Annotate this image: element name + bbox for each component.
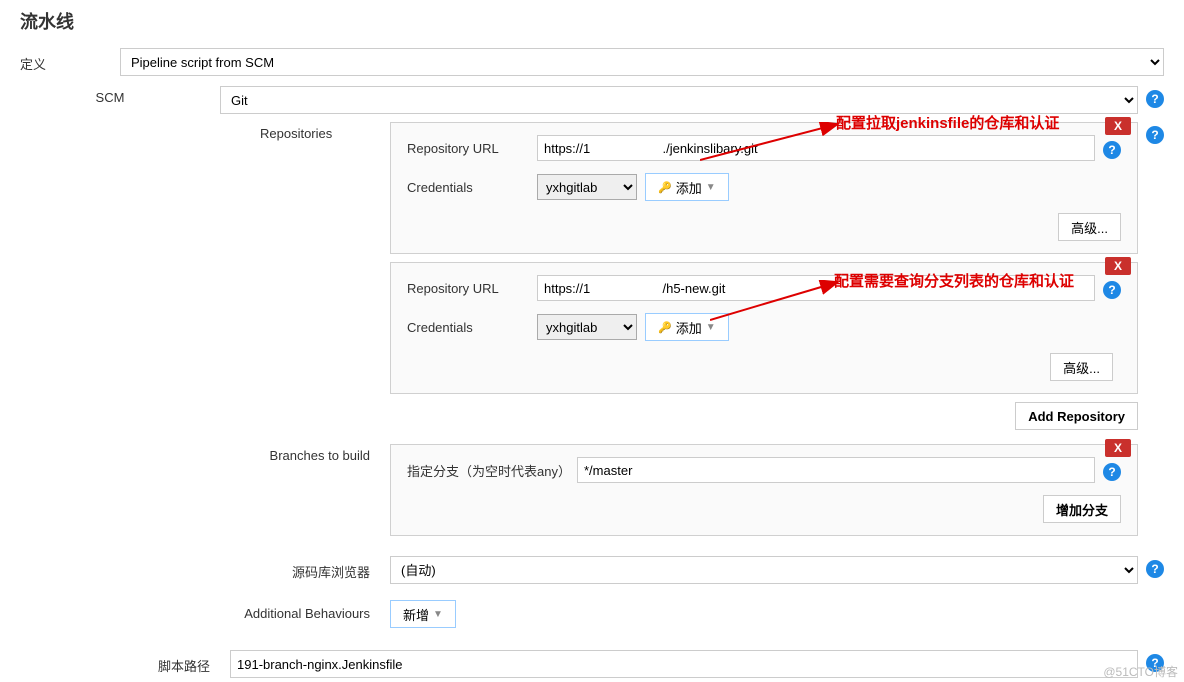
advanced-button[interactable]: 高级...: [1058, 213, 1121, 241]
chevron-down-icon: ▼: [706, 182, 716, 193]
script-path-label: 脚本路径: [20, 650, 230, 675]
key-icon: 🔑: [658, 181, 672, 194]
branch-block: X 指定分支（为空时代表any） ? 增加分支: [390, 444, 1138, 536]
repo-url-label: Repository URL: [407, 281, 537, 296]
chevron-down-icon: ▼: [433, 609, 443, 620]
repo-browser-select[interactable]: (自动): [390, 556, 1138, 584]
help-icon[interactable]: ?: [1103, 463, 1121, 481]
chevron-down-icon: ▼: [706, 322, 716, 333]
watermark: @51CTO博客: [1103, 663, 1178, 680]
add-credentials-button[interactable]: 🔑 添加 ▼: [645, 173, 729, 201]
scm-label: SCM: [20, 86, 220, 105]
branches-label: Branches to build: [20, 444, 390, 463]
credentials-select[interactable]: yxhgitlab: [537, 174, 637, 200]
scm-select[interactable]: Git: [220, 86, 1138, 114]
close-icon[interactable]: X: [1105, 117, 1131, 135]
branch-spec-label: 指定分支（为空时代表any）: [407, 461, 577, 480]
key-icon: 🔑: [658, 321, 672, 334]
close-icon[interactable]: X: [1105, 439, 1131, 457]
repository-block: X Repository URL ? Credentials yxhgitlab: [390, 122, 1138, 254]
section-title: 流水线: [0, 0, 1184, 42]
definition-label: 定义: [20, 48, 120, 73]
close-icon[interactable]: X: [1105, 257, 1131, 275]
behaviours-label: Additional Behaviours: [20, 600, 390, 621]
repositories-label: Repositories: [20, 122, 390, 141]
definition-select[interactable]: Pipeline script from SCM: [120, 48, 1164, 76]
credentials-select[interactable]: yxhgitlab: [537, 314, 637, 340]
advanced-button[interactable]: 高级...: [1050, 353, 1113, 381]
help-icon[interactable]: ?: [1146, 90, 1164, 108]
repo-url-input[interactable]: [537, 275, 1095, 301]
repo-url-input[interactable]: [537, 135, 1095, 161]
help-icon[interactable]: ?: [1103, 281, 1121, 299]
add-credentials-button[interactable]: 🔑 添加 ▼: [645, 313, 729, 341]
add-behaviour-button[interactable]: 新增 ▼: [390, 600, 456, 628]
browser-label: 源码库浏览器: [20, 556, 390, 581]
repository-block: X Repository URL ? Credentials yxhgitlab: [390, 262, 1138, 394]
credentials-label: Credentials: [407, 320, 537, 335]
help-icon[interactable]: ?: [1146, 560, 1164, 578]
script-path-input[interactable]: [230, 650, 1138, 678]
branch-input[interactable]: [577, 457, 1095, 483]
help-icon[interactable]: ?: [1103, 141, 1121, 159]
repo-url-label: Repository URL: [407, 141, 537, 156]
credentials-label: Credentials: [407, 180, 537, 195]
add-branch-button[interactable]: 增加分支: [1043, 495, 1121, 523]
add-repository-button[interactable]: Add Repository: [1015, 402, 1138, 430]
help-icon[interactable]: ?: [1146, 126, 1164, 144]
